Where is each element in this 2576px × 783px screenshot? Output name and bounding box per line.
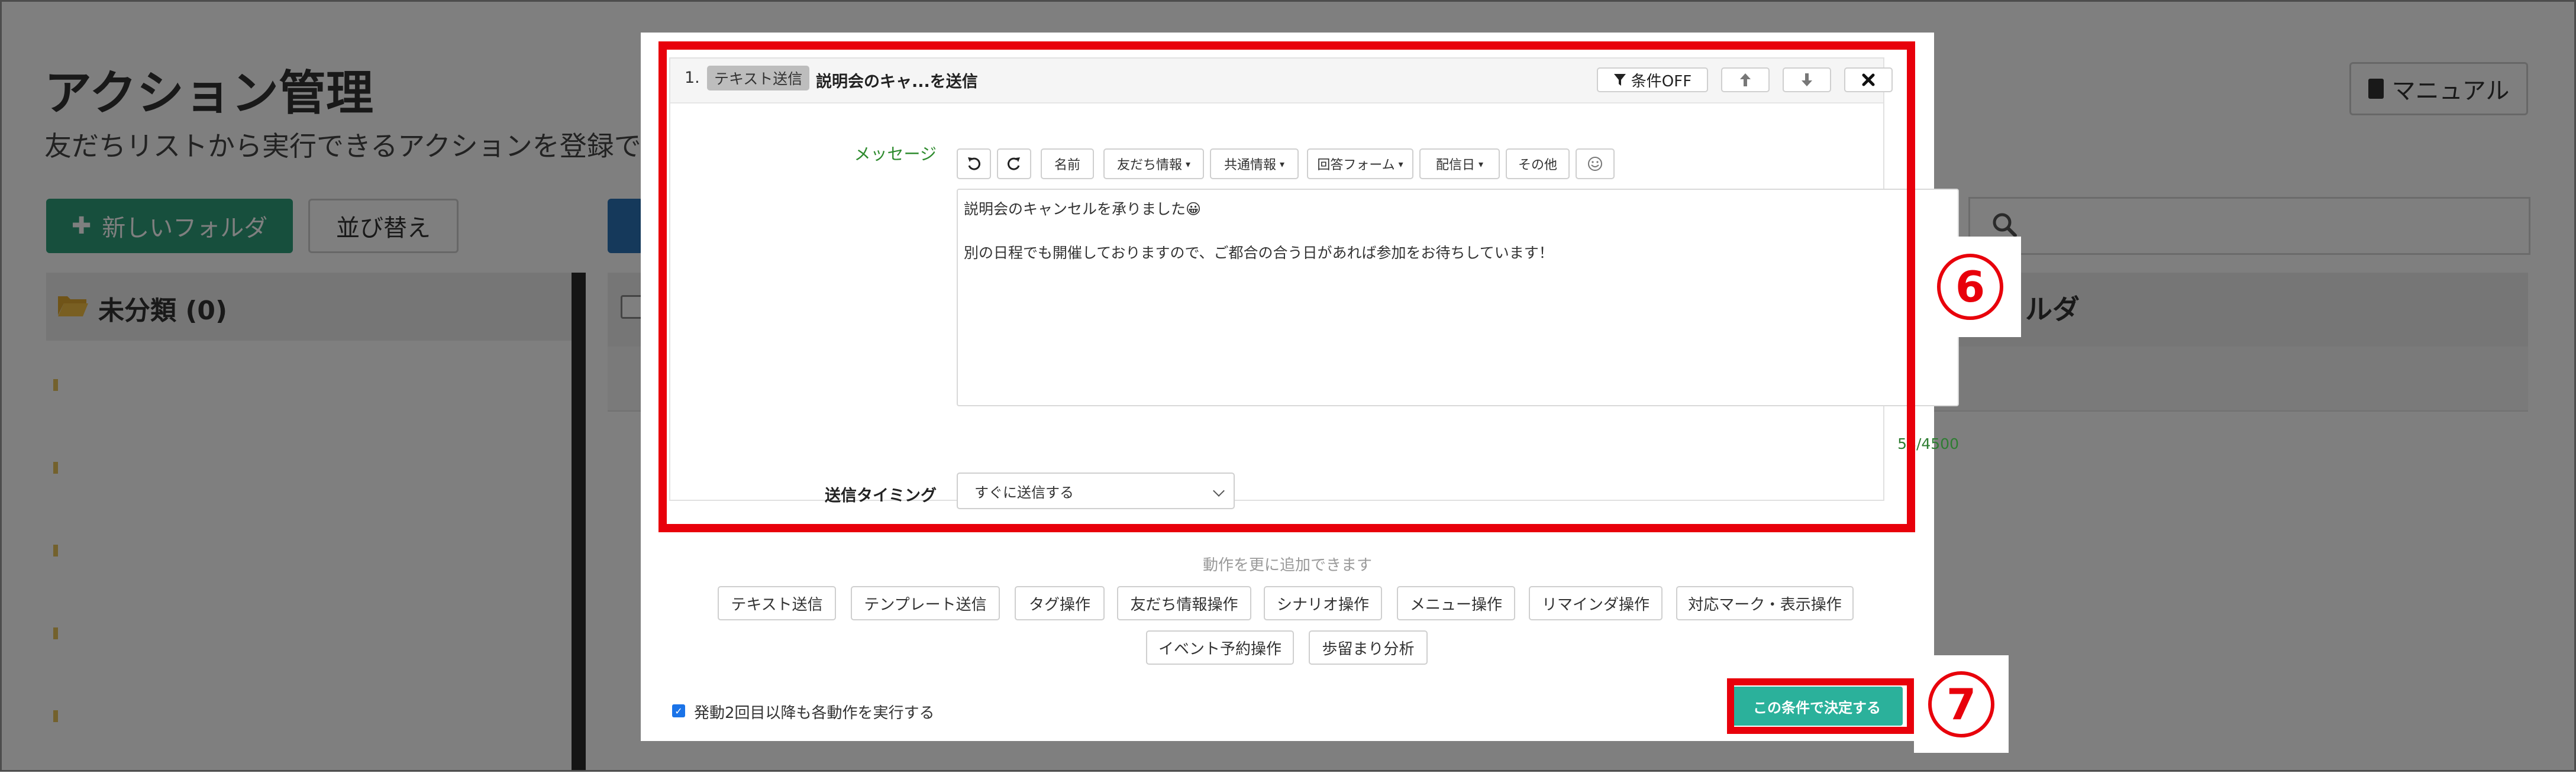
callout-step7: ⑦7 bbox=[1914, 655, 2009, 753]
add-menu-operation-button[interactable]: メニュー操作 bbox=[1397, 586, 1515, 620]
add-reminder-operation-button[interactable]: リマインダ操作 bbox=[1529, 586, 1663, 620]
repeat-actions-checkbox[interactable]: ✓ bbox=[672, 704, 685, 717]
repeat-actions-label: 発動2回目以降も各動作を実行する bbox=[694, 704, 935, 722]
checkmark-icon: ✓ bbox=[674, 705, 683, 717]
add-yield-analysis-button[interactable]: 歩留まり分析 bbox=[1309, 630, 1428, 665]
add-scenario-operation-button[interactable]: シナリオ操作 bbox=[1264, 586, 1382, 620]
add-action-hint: 動作を更に追加できます bbox=[1202, 556, 1372, 574]
annotation-frame-step7 bbox=[1727, 678, 1914, 734]
add-tag-operation-button[interactable]: タグ操作 bbox=[1015, 586, 1105, 620]
add-friend-info-operation-button[interactable]: 友だち情報操作 bbox=[1117, 586, 1251, 620]
add-mark-display-operation-button[interactable]: 対応マーク・表示操作 bbox=[1676, 586, 1854, 620]
annotation-frame-step6 bbox=[658, 41, 1915, 532]
add-event-booking-operation-button[interactable]: イベント予約操作 bbox=[1146, 630, 1294, 665]
add-text-send-button[interactable]: テキスト送信 bbox=[718, 586, 836, 620]
add-template-send-button[interactable]: テンプレート送信 bbox=[851, 586, 1000, 620]
callout-step6: ⑥6 bbox=[1919, 237, 2021, 337]
